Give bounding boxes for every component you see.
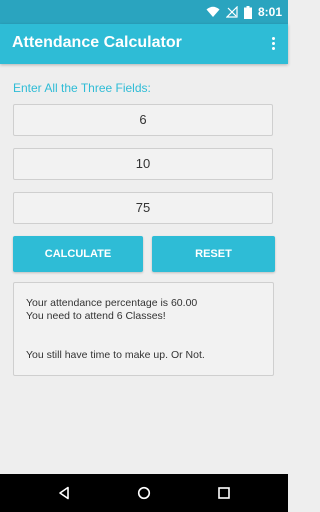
calculate-button[interactable]: CALCULATE (13, 236, 143, 272)
navigation-bar (0, 474, 288, 512)
result-panel: Your attendance percentage is 60.00 You … (13, 282, 274, 376)
advice-text: You still have time to make up. Or Not. (26, 349, 205, 361)
overflow-menu-icon[interactable] (270, 36, 276, 52)
instruction-label: Enter All the Three Fields: (13, 81, 151, 95)
app-title: Attendance Calculator (12, 34, 182, 51)
home-icon[interactable] (132, 482, 156, 504)
battery-icon (243, 5, 252, 19)
status-bar: 8:01 (0, 0, 288, 24)
required-percentage-field[interactable]: 75 (13, 192, 273, 224)
signal-off-icon (225, 6, 238, 18)
classes-needed-text: You need to attend 6 Classes! (26, 310, 166, 322)
wifi-icon (206, 6, 220, 17)
status-icons: 8:01 (206, 0, 282, 24)
status-time: 8:01 (257, 5, 282, 19)
total-classes-field[interactable]: 10 (13, 148, 273, 180)
recents-icon[interactable] (212, 482, 236, 504)
back-icon[interactable] (52, 482, 76, 504)
app-bar: Attendance Calculator (0, 24, 288, 64)
percentage-text: Your attendance percentage is 60.00 (26, 297, 198, 309)
classes-attended-field[interactable]: 6 (13, 104, 273, 136)
reset-button[interactable]: RESET (152, 236, 275, 272)
